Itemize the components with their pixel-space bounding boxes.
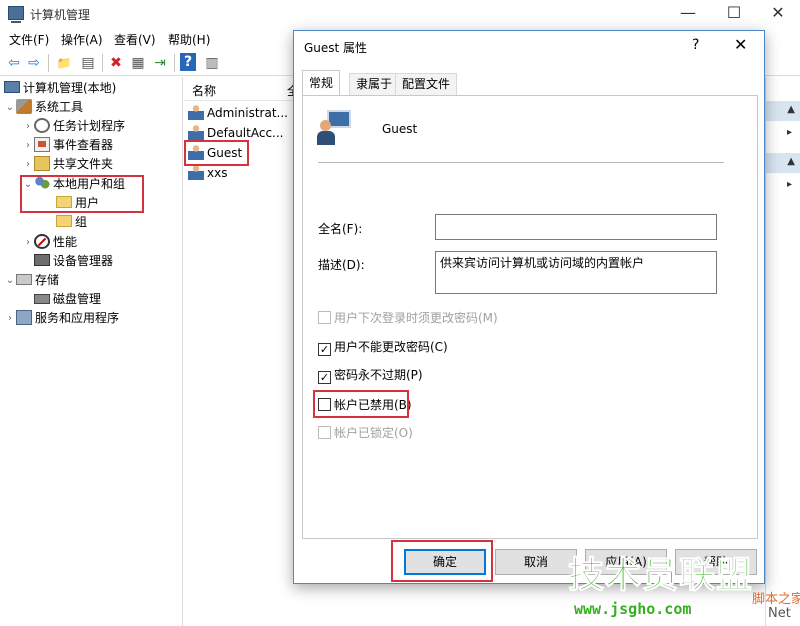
tree-item-performance[interactable]: › 性能 <box>22 233 77 252</box>
watermark-side-text: 脚本之家 <box>752 592 800 607</box>
collapsed-chevron-icon[interactable]: › <box>22 117 34 136</box>
menu-action[interactable]: 操作(A) <box>61 31 103 48</box>
forward-icon[interactable]: ⇨ <box>24 53 44 73</box>
tree-item-system-tools[interactable]: ⌄ 系统工具 <box>4 98 83 117</box>
actions-header[interactable]: ▲ <box>766 101 800 121</box>
tree-item-disk-management[interactable]: 磁盘管理 <box>34 290 101 309</box>
column-header-name[interactable]: 名称 <box>192 82 216 99</box>
account-locked-checkbox[interactable]: 帐户已锁定(O) <box>318 425 413 441</box>
checkbox-box <box>318 426 331 439</box>
storage-icon <box>16 274 32 285</box>
tree-item-event-viewer[interactable]: › 事件查看器 <box>22 136 113 155</box>
list-header: 名称 全 <box>184 77 299 101</box>
dialog-close-button[interactable]: ✕ <box>734 35 747 54</box>
checkmark-icon: ✓ <box>318 343 331 356</box>
up-folder-icon[interactable]: 📁 <box>54 53 74 73</box>
watermark-url: www.jsgho.com <box>574 600 692 618</box>
user-icon <box>188 164 204 180</box>
more-actions-arrow-icon[interactable]: ▸ <box>787 179 792 190</box>
fullname-label: 全名(F): <box>318 222 363 236</box>
tree-item-services-apps[interactable]: › 服务和应用程序 <box>4 309 119 328</box>
actions-pane: ▲ ▸ ▲ ▸ <box>765 77 800 626</box>
user-icon <box>188 104 204 120</box>
divider <box>318 162 724 163</box>
toolbar-separator <box>48 54 49 72</box>
clock-icon <box>34 118 50 133</box>
folder-icon <box>56 215 72 227</box>
tree-item-device-manager[interactable]: 设备管理器 <box>34 252 113 271</box>
collapsed-chevron-icon[interactable]: › <box>22 155 34 174</box>
guest-properties-dialog: Guest 属性 ? ✕ 常规 隶属于 配置文件 Guest 全名(F): 描述… <box>293 30 765 584</box>
collapsed-chevron-icon[interactable]: › <box>22 233 34 252</box>
computer-icon <box>4 81 20 93</box>
user-icon <box>188 124 204 140</box>
close-button[interactable]: ✕ <box>756 2 800 26</box>
highlight-box-ok <box>391 540 493 582</box>
general-tab-panel: Guest 全名(F): 描述(D): 供来宾访问计算机或访问域的内置帐户 用户… <box>302 95 758 539</box>
expanded-chevron-icon[interactable]: ⌄ <box>4 98 16 117</box>
tab-general[interactable]: 常规 <box>302 70 341 96</box>
performance-icon <box>34 234 50 249</box>
help-icon[interactable]: ? <box>180 53 196 71</box>
show-hide-tree-icon[interactable]: ▤ <box>78 53 98 73</box>
minimize-button[interactable]: — <box>666 2 710 26</box>
tree-item-task-scheduler[interactable]: › 任务计划程序 <box>22 117 125 136</box>
collapsed-chevron-icon[interactable]: › <box>22 136 34 155</box>
tools-icon <box>16 99 32 114</box>
expanded-chevron-icon[interactable]: ⌄ <box>4 271 16 290</box>
list-item[interactable]: xxs <box>188 163 227 183</box>
disk-icon <box>34 294 50 304</box>
user-list: 名称 全 Administrat... DefaultAcc... Guest … <box>184 77 299 626</box>
computer-management-icon <box>8 6 24 23</box>
properties-icon[interactable]: ▦ <box>128 53 148 73</box>
navigation-tree: 计算机管理(本地) ⌄ 系统工具 › 任务计划程序 › 事件查看器 › 共享文件夹 ⌄ 本… <box>0 77 183 626</box>
tree-item-root[interactable]: 计算机管理(本地) <box>4 79 116 98</box>
fullname-input[interactable] <box>435 214 717 240</box>
tab-profile[interactable]: 配置文件 <box>395 73 458 95</box>
watermark-logo-text: 技术员联盟 <box>567 555 754 596</box>
tree-item-storage[interactable]: ⌄ 存储 <box>4 271 59 290</box>
password-never-expires-checkbox[interactable]: ✓ 密码永不过期(P) <box>318 367 423 384</box>
show-action-pane-icon[interactable]: ▥ <box>202 53 222 73</box>
cancel-button[interactable]: 取消 <box>495 549 577 575</box>
highlight-box-local-users <box>20 175 144 213</box>
export-list-icon[interactable]: ⇥ <box>150 53 170 73</box>
highlight-box-account-disabled <box>313 390 409 418</box>
actions-header[interactable]: ▲ <box>766 153 800 173</box>
services-icon <box>16 310 32 325</box>
list-item[interactable]: Administrat... <box>188 103 288 123</box>
collapse-arrow-icon: ▲ <box>787 104 795 115</box>
toolbar-separator <box>102 54 103 72</box>
shared-folder-icon <box>34 156 50 171</box>
username-label: Guest <box>382 122 418 136</box>
tab-member-of[interactable]: 隶属于 <box>349 73 400 95</box>
menu-file[interactable]: 文件(F) <box>9 31 49 48</box>
maximize-button[interactable]: ☐ <box>712 2 756 26</box>
dialog-help-button[interactable]: ? <box>692 37 699 53</box>
watermark-net-text: Net <box>768 606 791 621</box>
collapsed-chevron-icon[interactable]: › <box>4 309 16 328</box>
device-manager-icon <box>34 254 50 266</box>
tree-item-groups[interactable]: 组 <box>56 213 87 232</box>
tree-item-shared-folders[interactable]: › 共享文件夹 <box>22 155 113 174</box>
menu-help[interactable]: 帮助(H) <box>168 31 210 48</box>
description-label: 描述(D): <box>318 258 365 272</box>
toolbar-separator <box>174 54 175 72</box>
menu-view[interactable]: 查看(V) <box>114 31 156 48</box>
must-change-password-checkbox[interactable]: 用户下次登录时须更改密码(M) <box>318 310 498 326</box>
delete-icon[interactable]: ✖ <box>106 53 126 73</box>
window-title: 计算机管理 <box>30 8 91 22</box>
collapse-arrow-icon: ▲ <box>787 156 795 167</box>
dialog-title: Guest 属性 <box>304 41 368 55</box>
description-input[interactable]: 供来宾访问计算机或访问域的内置帐户 <box>435 251 717 294</box>
highlight-box-guest <box>184 140 249 166</box>
back-icon[interactable]: ⇦ <box>4 53 24 73</box>
cannot-change-password-checkbox[interactable]: ✓ 用户不能更改密码(C) <box>318 339 448 356</box>
title-bar: 计算机管理 — ☐ ✕ <box>0 0 800 28</box>
user-account-icon <box>317 110 351 146</box>
event-viewer-icon <box>34 137 50 152</box>
more-actions-arrow-icon[interactable]: ▸ <box>787 127 792 138</box>
checkbox-box <box>318 311 331 324</box>
checkmark-icon: ✓ <box>318 371 331 384</box>
